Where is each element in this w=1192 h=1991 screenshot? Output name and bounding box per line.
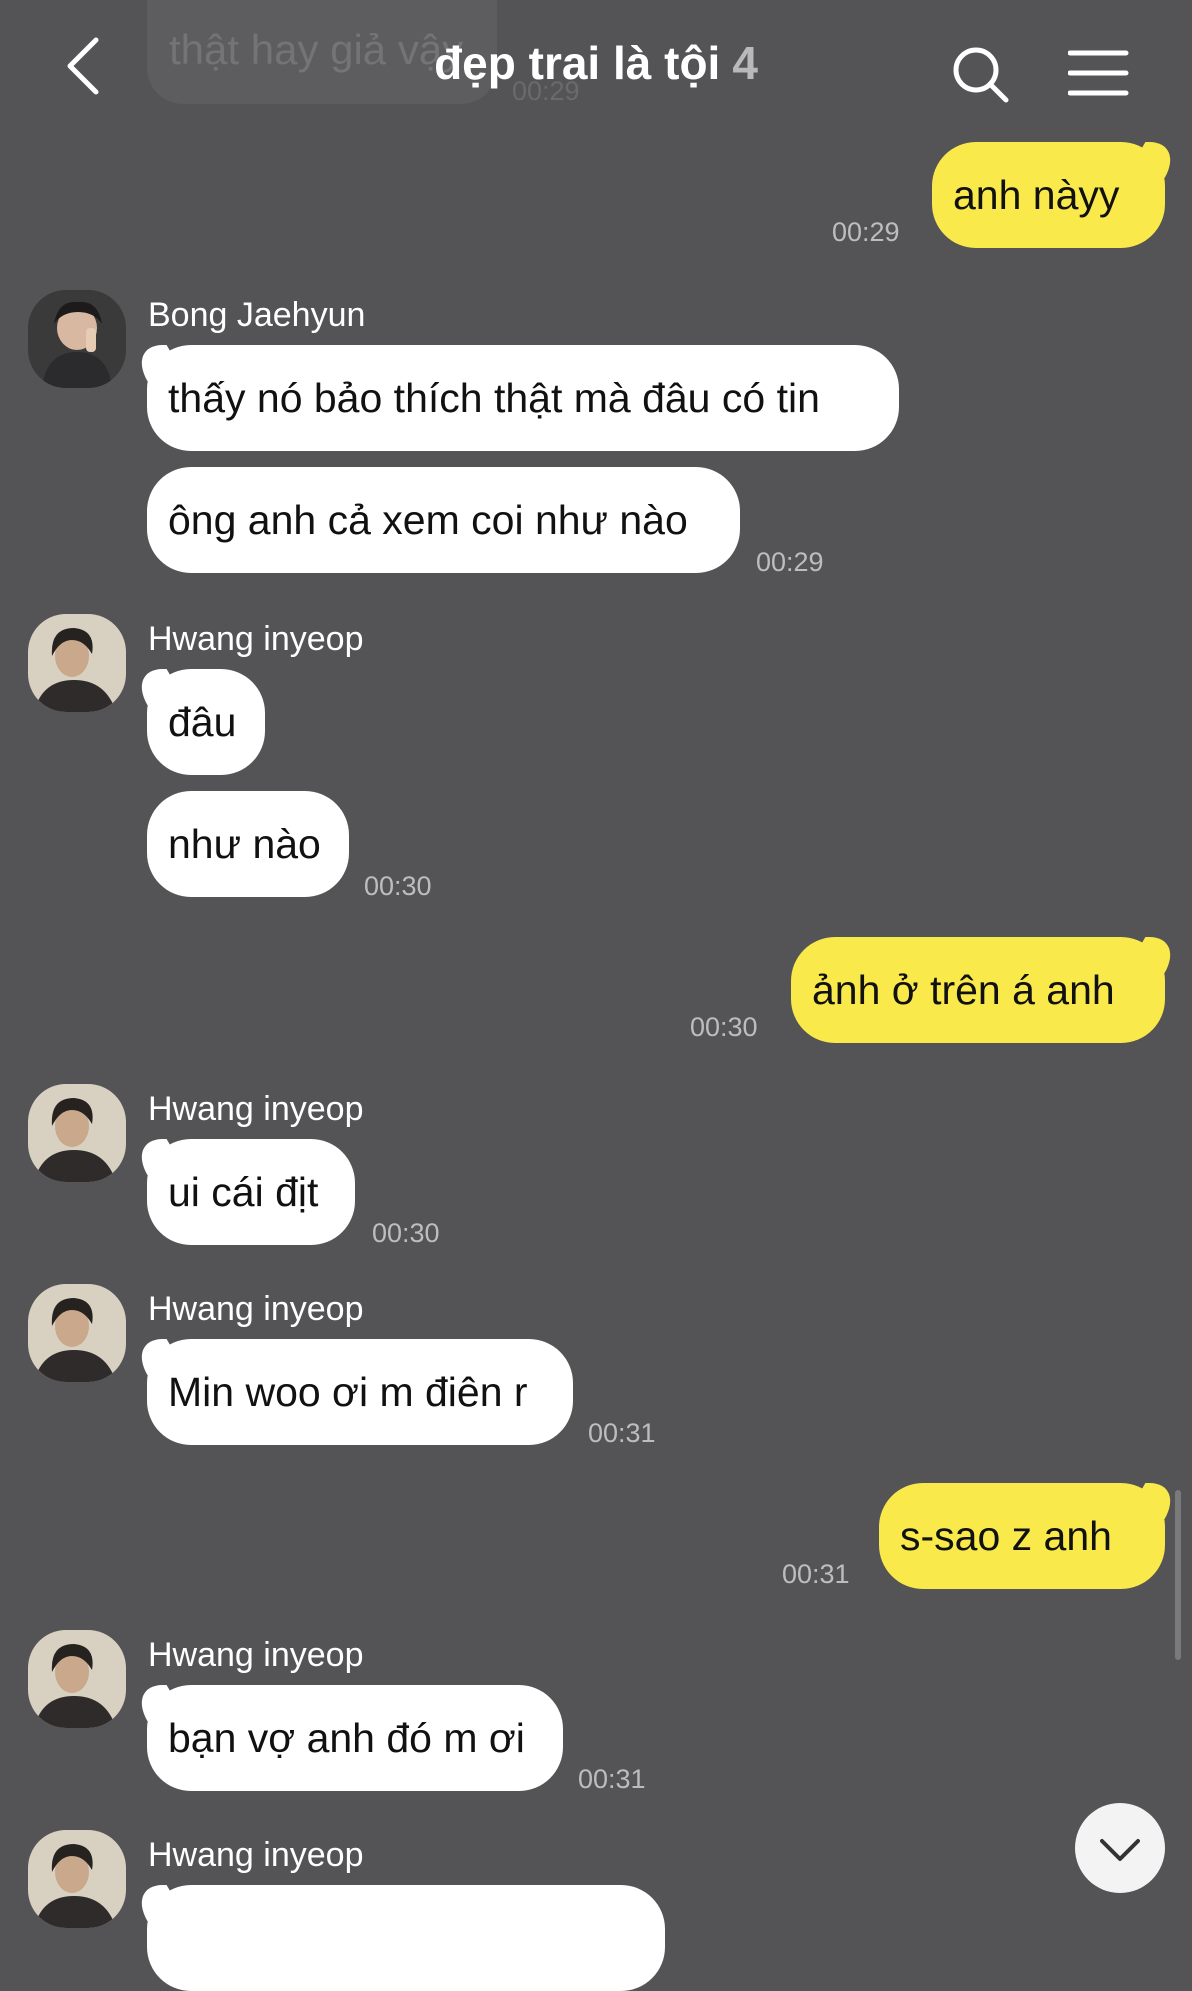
sender-name: Bong Jaehyun xyxy=(148,296,366,334)
sender-name: Hwang inyeop xyxy=(148,1836,364,1874)
scroll-to-bottom-button[interactable] xyxy=(1075,1803,1165,1893)
incoming-message-bubble[interactable]: bạn vợ anh đó m ơi xyxy=(147,1685,563,1791)
sender-name: Hwang inyeop xyxy=(148,620,364,658)
search-button[interactable] xyxy=(950,44,1012,106)
message-time: 00:31 xyxy=(782,1559,850,1589)
incoming-message-bubble[interactable]: ông anh cả xem coi như nào xyxy=(147,467,740,573)
message-time: 00:29 xyxy=(832,217,900,247)
sender-name: Hwang inyeop xyxy=(148,1090,364,1128)
chevron-down-icon xyxy=(1100,1839,1140,1861)
incoming-message-bubble[interactable]: đâu xyxy=(147,669,265,775)
incoming-message-bubble[interactable]: thấy nó bảo thích thật mà đâu có tin xyxy=(147,345,899,451)
chat-title-text: đẹp trai là tội xyxy=(434,37,721,89)
avatar-hwang-inyeop[interactable] xyxy=(28,1630,126,1728)
avatar-hwang-inyeop[interactable] xyxy=(28,1284,126,1382)
message-time: 00:29 xyxy=(756,547,824,577)
avatar-bong-jaehyun[interactable] xyxy=(28,290,126,388)
message-time: 00:31 xyxy=(578,1764,646,1794)
outgoing-message-bubble[interactable]: ảnh ở trên á anh xyxy=(791,937,1165,1043)
search-icon xyxy=(953,47,1009,103)
incoming-message-bubble[interactable]: Min woo ơi m điên r xyxy=(147,1339,573,1445)
message-time: 00:30 xyxy=(690,1012,758,1042)
message-time: 00:30 xyxy=(372,1218,440,1248)
chat-title: đẹp trai là tội 4 xyxy=(0,36,1192,90)
avatar-hwang-inyeop[interactable] xyxy=(28,1830,126,1928)
menu-button[interactable] xyxy=(1067,48,1130,98)
outgoing-message-bubble[interactable]: s-sao z anh xyxy=(879,1483,1165,1589)
outgoing-message-bubble[interactable]: anh nàyy xyxy=(932,142,1165,248)
sender-name: Hwang inyeop xyxy=(148,1636,364,1674)
message-time: 00:30 xyxy=(364,871,432,901)
incoming-message-bubble[interactable]: ui cái địt xyxy=(147,1139,355,1245)
member-count: 4 xyxy=(732,37,758,89)
menu-icon xyxy=(1067,50,1129,96)
avatar-hwang-inyeop[interactable] xyxy=(28,1084,126,1182)
message-time: 00:31 xyxy=(588,1418,656,1448)
incoming-message-bubble[interactable] xyxy=(147,1885,665,1991)
scrollbar[interactable] xyxy=(1175,1490,1181,1660)
sender-name: Hwang inyeop xyxy=(148,1290,364,1328)
avatar-hwang-inyeop[interactable] xyxy=(28,614,126,712)
incoming-message-bubble[interactable]: như nào xyxy=(147,791,349,897)
